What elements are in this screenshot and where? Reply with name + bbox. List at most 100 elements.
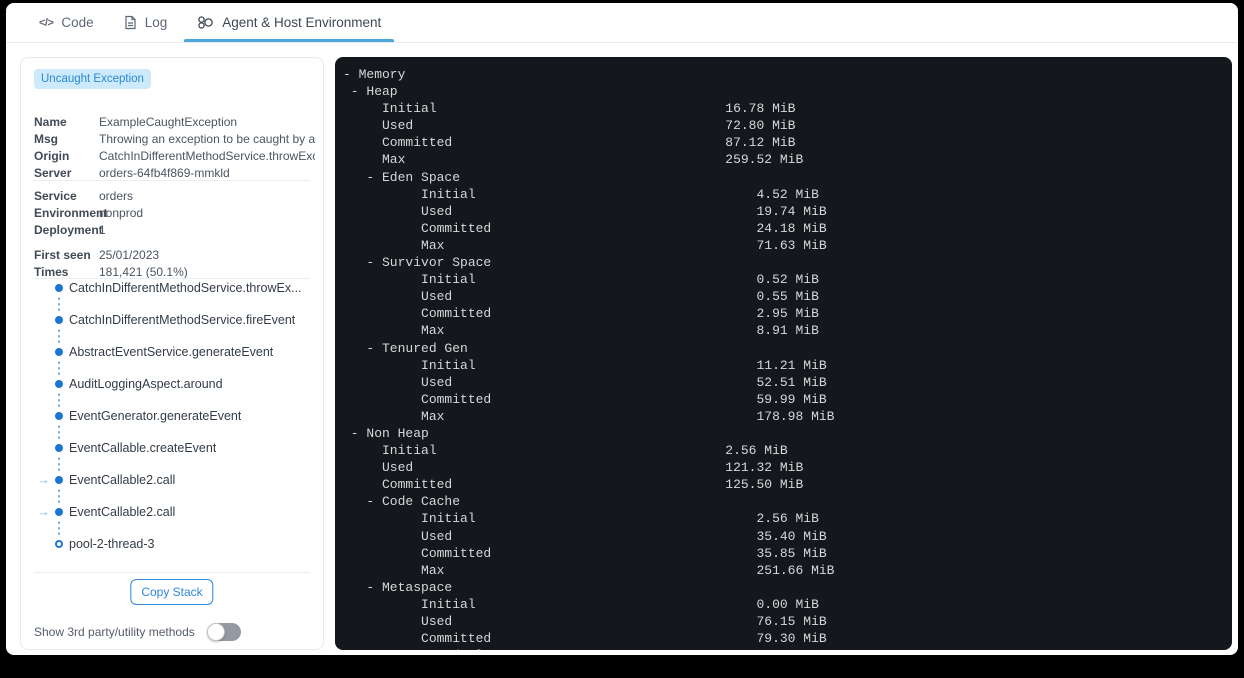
env-tree-row: Committed 2.95 MiB	[343, 306, 819, 322]
frame-marker-icon	[55, 508, 63, 516]
exception-details-card: Uncaught Exception Name ExampleCaughtExce…	[20, 57, 324, 650]
third-party-toggle-row: Show 3rd party/utility methods	[34, 623, 312, 641]
env-tree-row: Committed 125.50 MiB	[343, 477, 804, 493]
stack-connector	[58, 296, 60, 312]
env-tree-row: Max 8.91 MiB	[343, 323, 819, 339]
stack-connector	[58, 392, 60, 408]
frame-marker-icon	[55, 412, 63, 420]
frame-marker-icon	[55, 316, 63, 324]
env-tree-row: Used 52.51 MiB	[343, 374, 827, 390]
env-tree-row: Max 71.63 MiB	[343, 237, 827, 253]
field-value: ExampleCaughtException	[99, 115, 238, 129]
stack-frame[interactable]: EventGenerator.generateEvent	[69, 408, 241, 424]
stack-connector	[58, 360, 60, 376]
field-row: Deployment 1	[34, 222, 315, 239]
field-row: Name ExampleCaughtException	[34, 114, 315, 131]
env-tree-row: Initial 16.78 MiB	[343, 101, 796, 117]
exception-meta: Service orders Environment nonprod Deploymen…	[34, 188, 315, 239]
env-tree-row: Initial 0.52 MiB	[343, 272, 819, 288]
stack-frame[interactable]: CatchInDifferentMethodService.throwEx...	[69, 280, 302, 296]
env-tree-row: Committed 35.85 MiB	[343, 545, 827, 561]
env-tree-row: - Code Cache	[343, 494, 461, 510]
divider	[34, 572, 310, 573]
env-tree-row: Initial 2.56 MiB	[343, 443, 788, 459]
agent-env-icon	[197, 15, 214, 30]
env-tree-row: Used 35.40 MiB	[343, 528, 827, 544]
env-tree-row: Max 251.66 MiB	[343, 562, 835, 578]
stack-frame[interactable]: EventCallable2.call	[69, 504, 175, 520]
env-tree-row: - Metaspace	[343, 579, 453, 595]
env-tree-row: Max 178.98 MiB	[343, 408, 835, 424]
field-label: Service	[34, 189, 77, 203]
current-frame-arrow-icon: →	[37, 472, 50, 487]
third-party-toggle[interactable]	[206, 623, 241, 641]
divider	[34, 278, 310, 279]
env-tree-row: - Survivor Space	[343, 255, 492, 271]
field-label: Msg	[34, 132, 58, 146]
exception-stats: First seen 25/01/2023 Times 181,421 (50.1%)	[34, 247, 315, 281]
env-tree-row: Used 121.32 MiB	[343, 460, 804, 476]
field-label: Name	[34, 115, 67, 129]
field-row: Service orders	[34, 188, 315, 205]
env-tree-row: Committed 87.12 MiB	[343, 135, 796, 151]
field-value: 25/01/2023	[99, 248, 160, 262]
env-tree-row: Used 72.80 MiB	[343, 118, 796, 134]
stack-frame[interactable]: pool-2-thread-3	[69, 536, 154, 552]
code-icon: </>	[39, 16, 54, 29]
stack-connector	[58, 520, 60, 536]
frame-marker-icon	[55, 348, 63, 356]
tab-bar: </> Code Log Agent & Host Environment	[6, 3, 1238, 43]
frame-marker-icon	[55, 380, 63, 388]
frame-marker-icon	[55, 476, 63, 484]
stack-connector	[58, 328, 60, 344]
toggle-knob	[206, 623, 225, 641]
app-window: </> Code Log Agent & Host Environment Un…	[6, 3, 1238, 655]
agent-environment-panel[interactable]: - Memory - Heap Initial 16.78 MiB Used 7…	[335, 57, 1232, 650]
stack-connector	[58, 424, 60, 440]
field-value: CatchInDifferentMethodService.throwExcep	[99, 149, 315, 163]
stack-frame[interactable]: AbstractEventService.generateEvent	[69, 344, 273, 360]
current-frame-arrow-icon: →	[37, 504, 50, 519]
divider	[34, 180, 310, 181]
env-tree-row: - Eden Space	[343, 169, 461, 185]
stack-frame[interactable]: AuditLoggingAspect.around	[69, 376, 223, 392]
copy-stack-button[interactable]: Copy Stack	[130, 579, 214, 605]
stack-connector	[58, 488, 60, 504]
env-tree-row: - Memory	[343, 67, 406, 82]
tab-code[interactable]: </> Code	[24, 3, 109, 42]
env-tree-row: Used 76.15 MiB	[343, 614, 827, 629]
log-icon	[124, 15, 137, 30]
field-row: Environment nonprod	[34, 205, 315, 222]
tab-log[interactable]: Log	[109, 3, 183, 42]
thread-marker-icon	[55, 540, 63, 548]
env-tree-row: Committed 24.18 MiB	[343, 220, 827, 236]
env-tree-row: Initial 11.21 MiB	[343, 357, 827, 373]
field-row: Origin CatchInDifferentMethodService.thro…	[34, 148, 315, 165]
tab-agent-host-environment[interactable]: Agent & Host Environment	[182, 3, 396, 42]
env-tree-row: Committed 79.30 MiB	[343, 631, 827, 647]
stack-connector	[58, 456, 60, 472]
env-tree-row: - Heap	[343, 84, 398, 100]
stack-frame[interactable]: EventCallable2.call	[69, 472, 175, 488]
tab-code-label: Code	[61, 15, 94, 30]
exception-fields: Name ExampleCaughtException Msg Throwing an…	[34, 114, 315, 182]
field-row: First seen 25/01/2023	[34, 247, 315, 264]
tab-agent-label: Agent & Host Environment	[222, 15, 382, 30]
env-tree-row: Initial 2.56 MiB	[343, 511, 819, 527]
stack-frame[interactable]: EventCallable.createEvent	[69, 440, 216, 456]
field-row: Msg Throwing an exception to be caught by…	[34, 131, 315, 148]
field-label: Origin	[34, 149, 70, 163]
field-label: Environment	[34, 206, 108, 220]
environment-tree: - Memory - Heap Initial 16.78 MiB Used 7…	[343, 66, 1232, 650]
env-tree-row: - Non Heap	[343, 425, 429, 441]
exception-type-badge: Uncaught Exception	[34, 69, 151, 89]
third-party-toggle-label: Show 3rd party/utility methods	[34, 625, 195, 639]
field-value: nonprod	[99, 206, 144, 220]
env-tree-row: - Compressed Class Space	[343, 647, 1232, 650]
stack-frame[interactable]: CatchInDifferentMethodService.fireEvent	[69, 312, 295, 328]
tab-log-label: Log	[144, 15, 168, 30]
frame-marker-icon	[55, 444, 63, 452]
frame-marker-icon	[55, 284, 63, 292]
field-value: orders	[99, 189, 134, 203]
field-value: Throwing an exception to be caught by a …	[99, 132, 315, 146]
